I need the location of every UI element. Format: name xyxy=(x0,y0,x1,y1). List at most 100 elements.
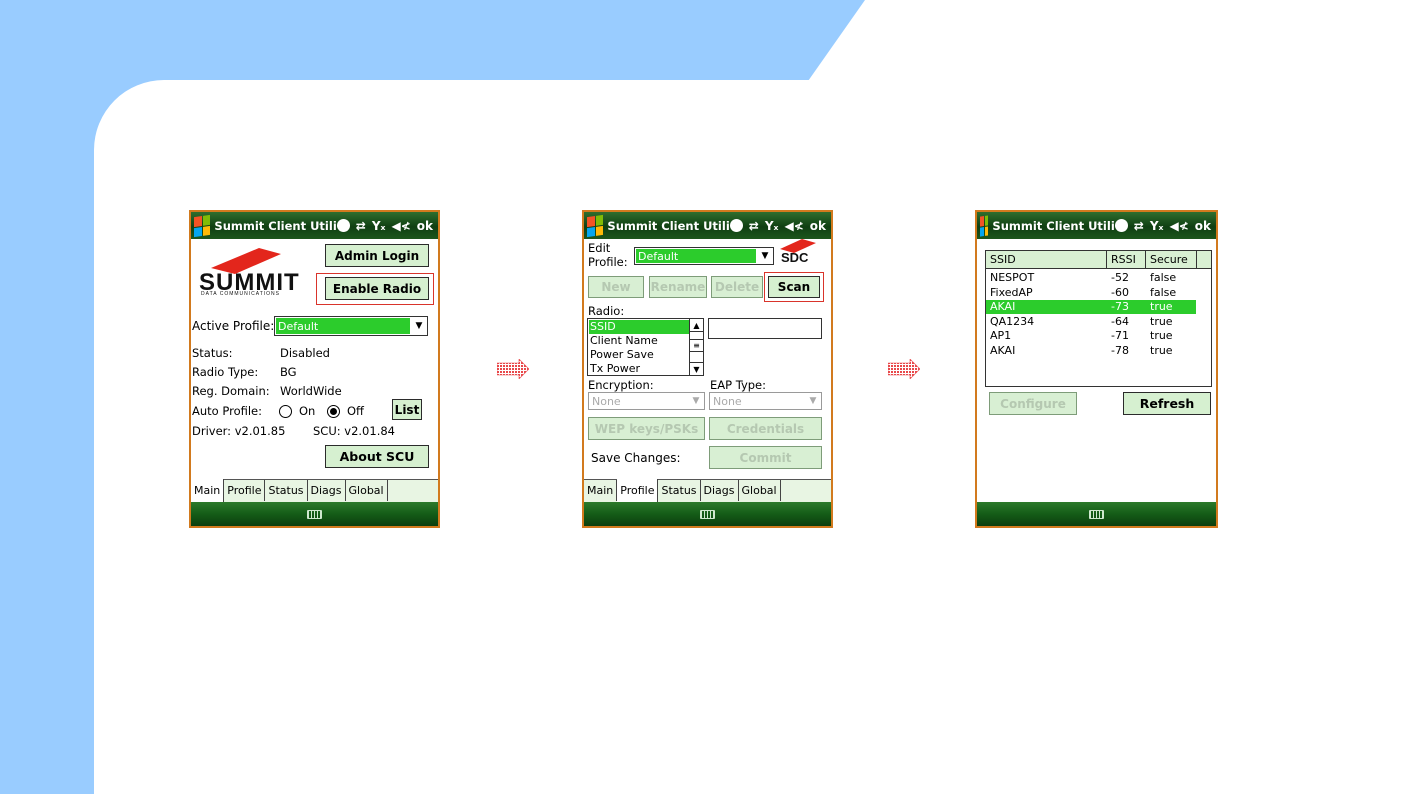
wep-keys-button[interactable]: WEP keys/PSKs xyxy=(588,417,705,440)
table-row[interactable]: FixedAP -60 false xyxy=(986,286,1196,300)
secure-cell: true xyxy=(1150,344,1173,357)
rssi-cell: -52 xyxy=(1111,271,1129,284)
tab-diags[interactable]: Diags xyxy=(701,480,739,501)
rssi-cell: -60 xyxy=(1111,285,1129,299)
scan-button[interactable]: Scan xyxy=(768,276,820,298)
rssi-cell: -71 xyxy=(1111,329,1129,343)
sdc-logo-text: SDC xyxy=(781,250,809,265)
table-row[interactable]: QA1234 -64 true xyxy=(986,315,1196,329)
radio-settings-list[interactable]: SSID Client Name Power Save Tx Power ▲ ≡… xyxy=(587,318,704,376)
list-item[interactable]: Power Save xyxy=(589,348,654,362)
ssid-cell: AP1 xyxy=(990,329,1012,343)
table-header: SSID RSSI Secure xyxy=(986,251,1211,269)
list-item[interactable]: Tx Power xyxy=(589,362,640,375)
configure-button[interactable]: Configure xyxy=(989,392,1077,415)
secure-cell: false xyxy=(1150,285,1177,299)
chevron-down-icon[interactable]: ▼ xyxy=(411,317,427,335)
phone-scan-screen: Summit Client Utili ⇄ Yₓ ◀≮ ok SSID RSSI… xyxy=(975,210,1218,528)
rssi-cell: -73 xyxy=(1111,300,1129,314)
enable-radio-button[interactable]: Enable Radio xyxy=(325,277,429,300)
chevron-down-icon[interactable]: ▼ xyxy=(805,393,821,409)
new-button[interactable]: New xyxy=(588,276,644,298)
arrow-right-icon xyxy=(497,359,529,379)
radio-label: Radio: xyxy=(588,304,625,318)
table-row[interactable]: NESPOT -52 false xyxy=(986,271,1196,285)
tab-bar: Main Profile Status Diags Global xyxy=(584,479,831,502)
keyboard-icon[interactable] xyxy=(1089,509,1104,519)
auto-profile-off-radio[interactable] xyxy=(327,405,340,418)
slide-corner-curve xyxy=(94,80,234,220)
signal-off-icon[interactable]: Yₓ xyxy=(1150,219,1164,233)
tab-profile[interactable]: Profile xyxy=(617,479,659,502)
scan-results-table[interactable]: SSID RSSI Secure NESPOT -52 false FixedAP -6… xyxy=(985,250,1212,387)
list-item[interactable]: SSID xyxy=(589,320,689,334)
status-value: Disabled xyxy=(280,346,330,360)
column-header-secure[interactable]: Secure xyxy=(1150,253,1188,266)
tab-main[interactable]: Main xyxy=(191,479,225,502)
scrollbar[interactable]: ▲ ≡ ▼ xyxy=(689,319,703,375)
tab-global[interactable]: Global xyxy=(739,480,781,501)
ssid-cell: FixedAP xyxy=(990,285,1033,299)
tab-profile[interactable]: Profile xyxy=(224,480,266,501)
secure-cell: false xyxy=(1150,271,1177,284)
volume-off-icon[interactable]: ◀≮ xyxy=(391,219,410,233)
chevron-down-icon[interactable]: ▼ xyxy=(757,248,773,264)
signal-off-icon[interactable]: Yₓ xyxy=(372,219,386,233)
edit-profile-value: Default xyxy=(636,249,756,263)
active-profile-dropdown[interactable]: Default ▼ xyxy=(274,316,428,336)
slide-banner-left xyxy=(0,0,94,794)
volume-off-icon[interactable]: ◀≮ xyxy=(1169,219,1188,233)
ssid-cell: AKAI xyxy=(990,344,1016,357)
windows-start-icon[interactable] xyxy=(980,214,989,237)
column-header-rssi[interactable]: RSSI xyxy=(1111,253,1136,266)
connectivity-icon[interactable]: ⇄ xyxy=(1134,219,1144,233)
tab-diags[interactable]: Diags xyxy=(308,480,346,501)
keyboard-icon[interactable] xyxy=(307,509,322,519)
volume-off-icon[interactable]: ◀≮ xyxy=(784,219,803,233)
tab-status[interactable]: Status xyxy=(658,480,701,501)
tab-global[interactable]: Global xyxy=(346,480,388,501)
signal-off-icon[interactable]: Yₓ xyxy=(765,219,779,233)
connectivity-icon[interactable]: ⇄ xyxy=(749,219,759,233)
tab-main[interactable]: Main xyxy=(584,480,618,501)
rename-button[interactable]: Rename xyxy=(649,276,707,298)
scroll-up-icon[interactable]: ▲ xyxy=(690,319,703,332)
bluetooth-status-icon[interactable] xyxy=(336,219,350,232)
edit-profile-dropdown[interactable]: Default ▼ xyxy=(634,247,774,265)
auto-profile-on-label: On xyxy=(299,404,316,418)
reg-domain-value: WorldWide xyxy=(280,384,342,398)
table-row[interactable]: AP1 -71 true xyxy=(986,329,1196,343)
scroll-down-icon[interactable]: ▼ xyxy=(690,362,703,375)
tab-status[interactable]: Status xyxy=(265,480,308,501)
keyboard-icon[interactable] xyxy=(700,509,715,519)
windows-start-icon[interactable] xyxy=(194,214,211,237)
commit-button[interactable]: Commit xyxy=(709,446,822,469)
connectivity-icon[interactable]: ⇄ xyxy=(356,219,366,233)
table-row[interactable]: AKAI -73 true xyxy=(986,300,1196,315)
scroll-thumb[interactable]: ≡ xyxy=(690,339,703,352)
eap-type-dropdown[interactable]: None ▼ xyxy=(709,392,822,410)
column-header-ssid[interactable]: SSID xyxy=(990,253,1016,266)
app-title: Summit Client Utili xyxy=(607,218,730,233)
bluetooth-status-icon[interactable] xyxy=(729,219,743,232)
admin-login-button[interactable]: Admin Login xyxy=(325,244,429,267)
chevron-down-icon[interactable]: ▼ xyxy=(688,393,704,409)
encryption-dropdown[interactable]: None ▼ xyxy=(588,392,705,410)
credentials-button[interactable]: Credentials xyxy=(709,417,822,440)
table-row[interactable]: AKAI -78 true xyxy=(986,344,1196,358)
ok-button[interactable]: ok xyxy=(1195,219,1211,233)
ok-button[interactable]: ok xyxy=(417,219,433,233)
delete-button[interactable]: Delete xyxy=(711,276,763,298)
bluetooth-status-icon[interactable] xyxy=(1114,219,1128,232)
setting-value-field[interactable] xyxy=(708,318,822,339)
driver-version: Driver: v2.01.85 xyxy=(192,424,286,438)
auto-profile-on-radio[interactable] xyxy=(279,405,292,418)
windows-start-icon[interactable] xyxy=(587,214,604,237)
refresh-button[interactable]: Refresh xyxy=(1123,392,1211,415)
active-profile-value: Default xyxy=(276,318,410,334)
about-scu-button[interactable]: About SCU xyxy=(325,445,429,468)
list-item[interactable]: Client Name xyxy=(589,334,658,348)
secure-cell: true xyxy=(1150,314,1173,328)
ok-button[interactable]: ok xyxy=(810,219,826,233)
list-button[interactable]: List xyxy=(392,399,422,420)
